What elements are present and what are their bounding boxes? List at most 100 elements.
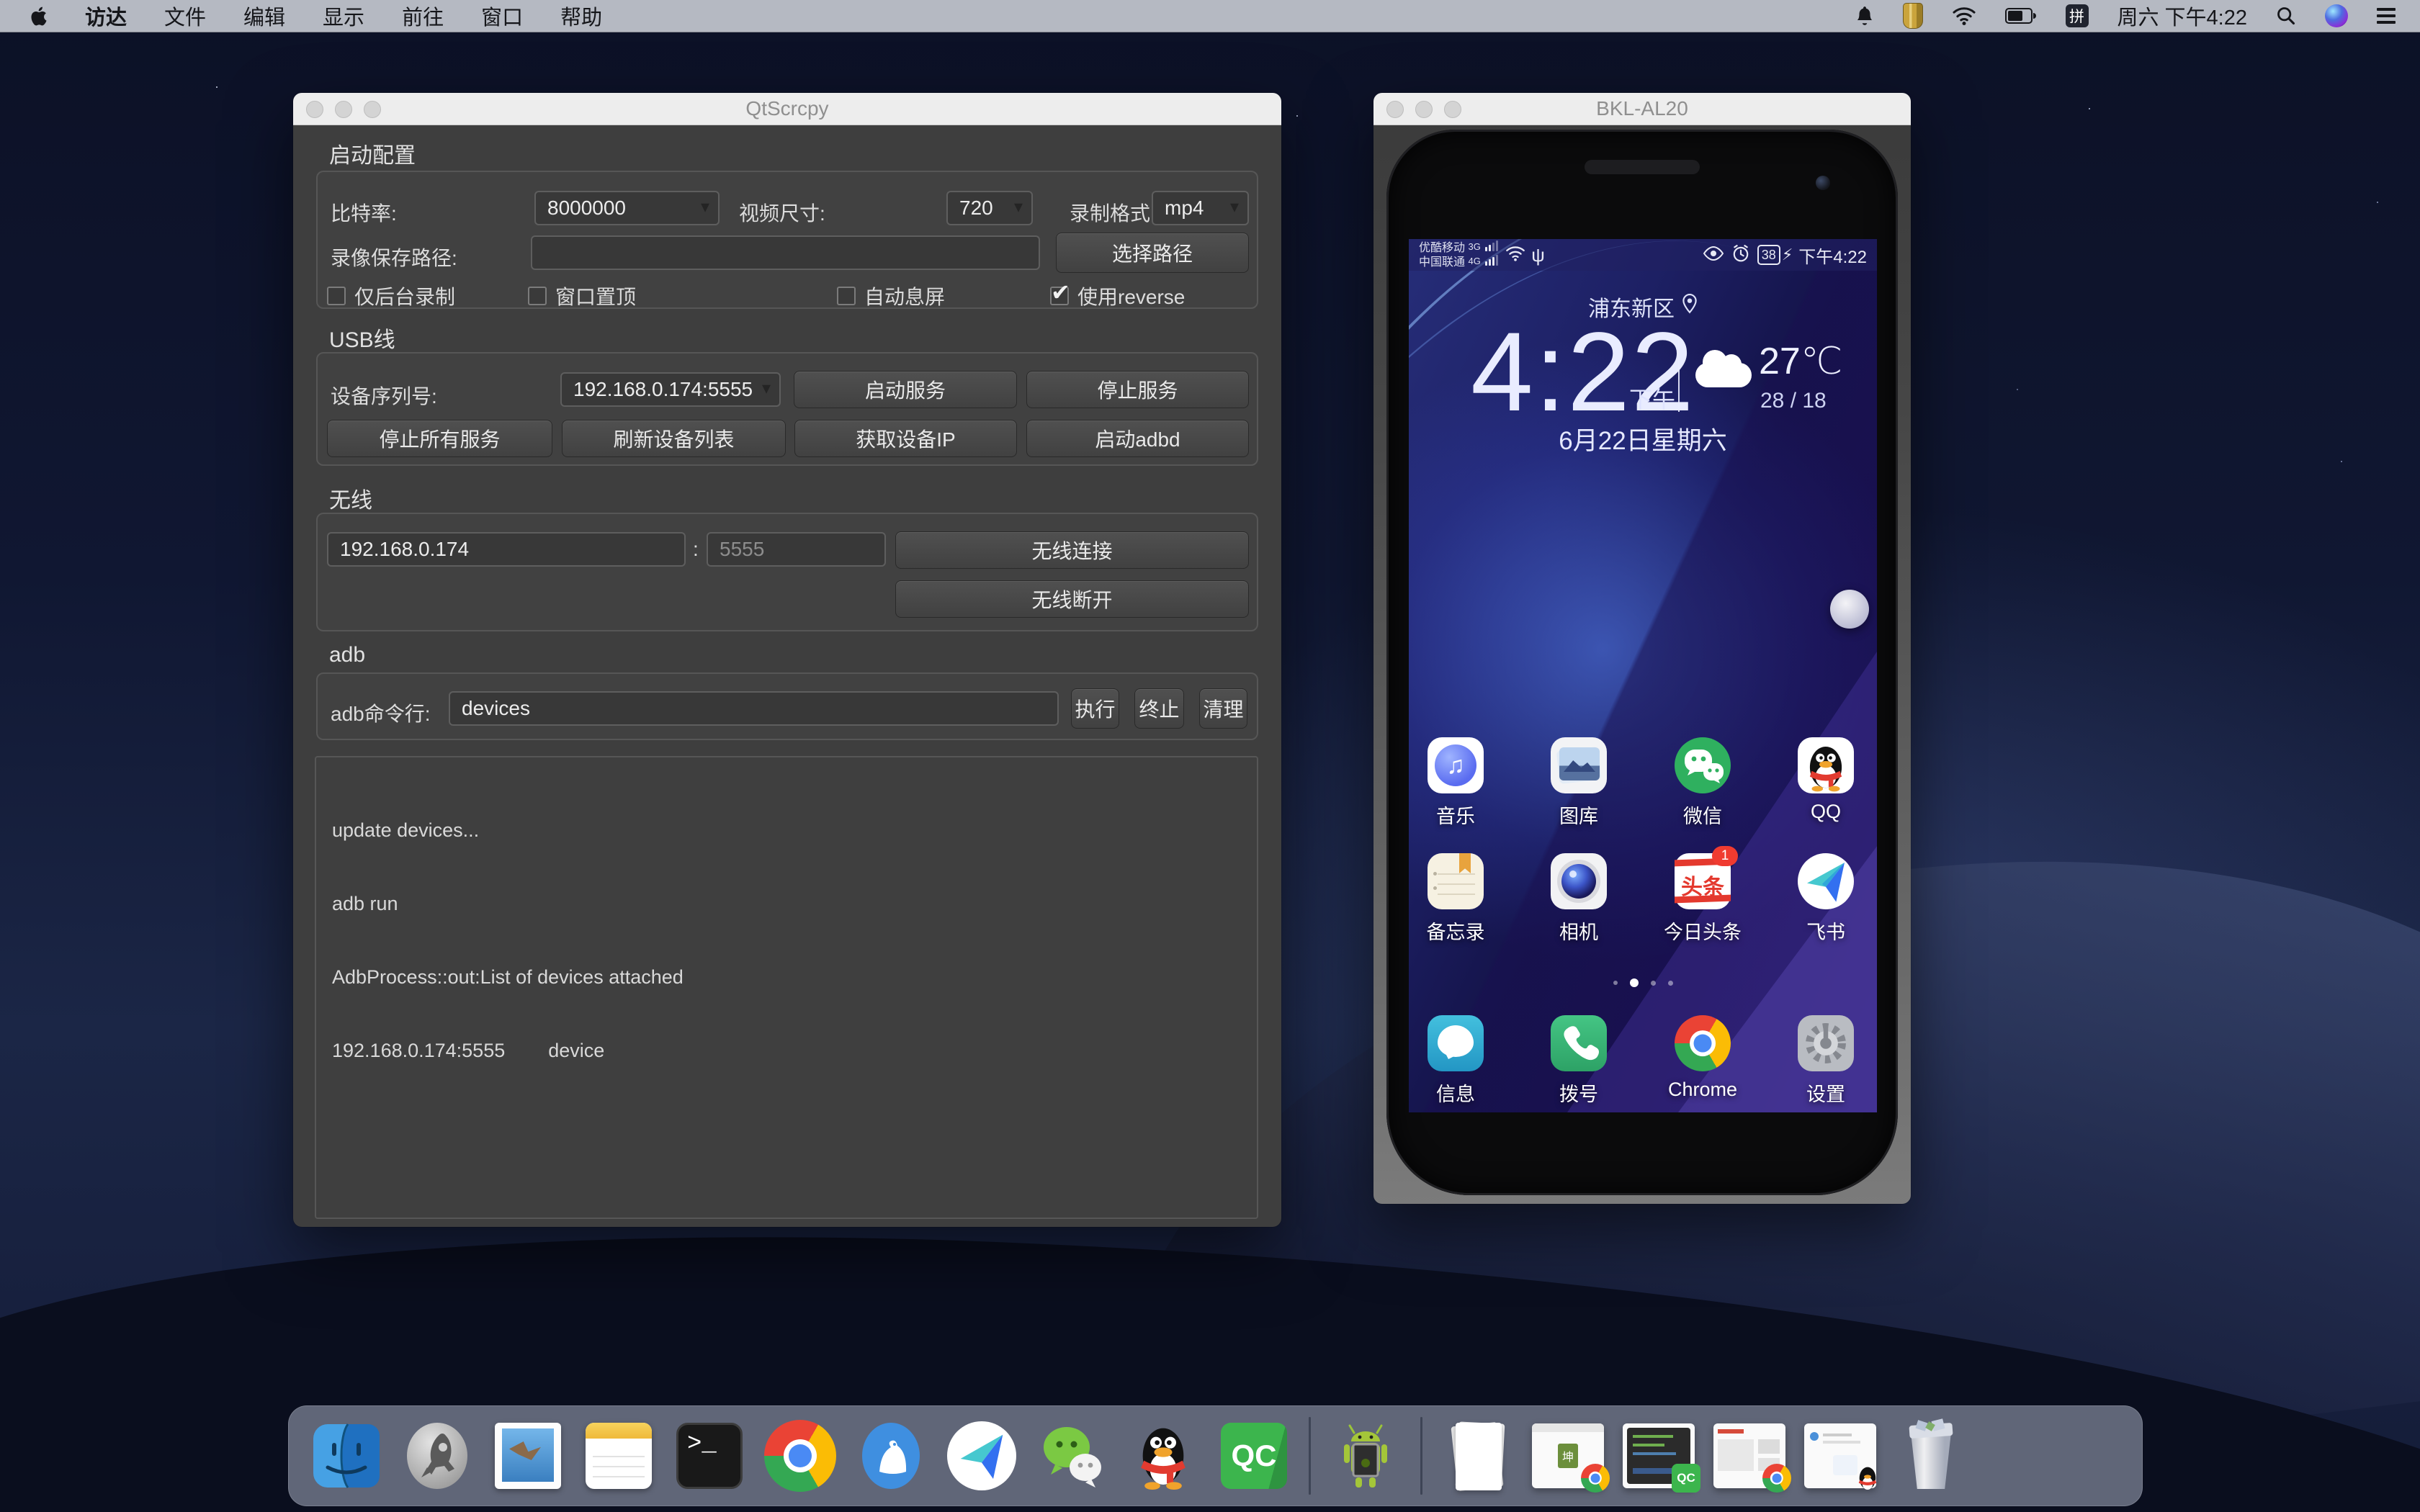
wireless-disconnect-button[interactable]: 无线断开 (895, 580, 1249, 618)
app-chrome[interactable]: Chrome (1675, 1015, 1731, 1071)
dock-minimized-qq-window[interactable] (1804, 1423, 1876, 1488)
dock-qc-app-icon[interactable]: QC (1218, 1420, 1290, 1492)
phone-mirror-window: BKL-AL20 优酷移动 3G 中国联通 (1373, 93, 1911, 1204)
wireless-connect-button[interactable]: 无线连接 (895, 531, 1249, 569)
gallery-icon (1551, 737, 1607, 793)
choose-path-button[interactable]: 选择路径 (1056, 233, 1249, 273)
apple-menu-icon[interactable] (29, 5, 48, 27)
record-path-input[interactable] (531, 235, 1040, 270)
notification-center-icon[interactable] (2377, 4, 2396, 27)
dock-minimized-qc-window[interactable]: QC (1623, 1423, 1695, 1488)
get-device-ip-button[interactable]: 获取设备IP (794, 420, 1017, 457)
serial-combo[interactable]: 192.168.0.174:5555 ▾ (560, 372, 781, 407)
adb-cmd-input[interactable] (449, 691, 1059, 726)
battery-icon[interactable] (2005, 7, 2037, 24)
menubar-clock[interactable]: 周六 下午4:22 (2118, 1, 2248, 31)
menu-item-window[interactable]: 窗口 (481, 1, 523, 31)
spotlight-search-icon[interactable] (2276, 6, 2296, 26)
dock-sealion-app-icon[interactable] (855, 1420, 927, 1492)
dock-mail-icon[interactable] (492, 1420, 564, 1492)
video-size-value: 720 (959, 197, 993, 220)
checkbox-use-reverse[interactable]: 使用reverse (1050, 282, 1185, 310)
page-dot (1651, 981, 1656, 986)
page-dot (1668, 981, 1673, 986)
qtscrcpy-titlebar[interactable]: QtScrcpy (293, 93, 1281, 125)
start-adbd-button[interactable]: 启动adbd (1026, 420, 1249, 457)
camera-icon (1551, 853, 1607, 909)
app-wechat[interactable]: 微信 (1675, 737, 1731, 793)
menu-item-go[interactable]: 前往 (402, 1, 444, 31)
dock-feishu-icon[interactable] (946, 1420, 1018, 1492)
app-dialer[interactable]: 拨号 (1551, 1015, 1607, 1071)
bitrate-combo[interactable]: 8000000 ▾ (534, 191, 720, 225)
wireless-ip-input[interactable] (327, 532, 686, 567)
app-qq[interactable]: QQ (1798, 737, 1854, 793)
dock-qq-icon[interactable] (1127, 1420, 1199, 1492)
menu-item-finder[interactable]: 访达 (85, 1, 127, 31)
phone-window-titlebar[interactable]: BKL-AL20 (1373, 93, 1911, 125)
app-messages[interactable]: 信息 (1428, 1015, 1484, 1071)
checkbox-box (528, 287, 547, 305)
dock-documents-stack-icon[interactable] (1441, 1420, 1513, 1492)
menu-item-help[interactable]: 帮助 (560, 1, 602, 31)
checkbox-auto-screen-off[interactable]: 自动息屏 (837, 282, 945, 310)
serial-value: 192.168.0.174:5555 (573, 378, 753, 401)
widget-ampm: 下午 (1629, 382, 1675, 415)
widget-date: 6月22日星期六 (1409, 420, 1877, 457)
dock-minimized-webpage-window[interactable] (1713, 1423, 1785, 1488)
wireless-group: : 无线连接 无线断开 (316, 513, 1258, 631)
password-manager-shield-icon[interactable] (1903, 3, 1923, 29)
dock-wechat-icon[interactable] (1036, 1420, 1108, 1492)
menu-item-view[interactable]: 显示 (323, 1, 364, 31)
dock-scrcpy-android-icon[interactable] (1330, 1420, 1402, 1492)
start-service-button[interactable]: 启动服务 (794, 371, 1017, 408)
app-notes[interactable]: 备忘录 (1428, 853, 1484, 909)
app-music[interactable]: ♫ 音乐 (1428, 737, 1484, 793)
app-camera[interactable]: 相机 (1551, 853, 1607, 909)
checkbox-background-record[interactable]: 仅后台录制 (327, 282, 455, 310)
stop-service-button[interactable]: 停止服务 (1026, 371, 1249, 408)
close-button[interactable] (1386, 101, 1404, 118)
input-method-icon[interactable]: 拼 (2066, 4, 2089, 27)
app-toutiao[interactable]: 头条 1 今日头条 (1675, 853, 1731, 909)
toutiao-icon: 头条 1 (1675, 853, 1731, 909)
carrier1-label: 优酷移动 (1419, 242, 1465, 254)
dock-chrome-icon[interactable] (764, 1420, 836, 1492)
widget-time: 4:22 (1471, 308, 1695, 437)
zoom-button[interactable] (1444, 101, 1461, 118)
app-settings[interactable]: 设置 (1798, 1015, 1854, 1071)
zoom-button[interactable] (364, 101, 381, 118)
adb-clear-button[interactable]: 清理 (1199, 688, 1247, 729)
dock-terminal-icon[interactable]: >_ (673, 1420, 745, 1492)
record-format-label: 录制格式: (1070, 198, 1156, 227)
dock-notes-icon[interactable] (583, 1420, 655, 1492)
menu-item-edit[interactable]: 编辑 (243, 1, 285, 31)
dock-minimized-chrome-window[interactable]: 坤 (1532, 1423, 1604, 1488)
close-button[interactable] (306, 101, 323, 118)
refresh-devices-button[interactable]: 刷新设备列表 (562, 420, 786, 457)
dock-trash-icon[interactable] (1895, 1420, 1967, 1492)
notification-bell-icon[interactable] (1855, 5, 1874, 27)
adb-exec-button[interactable]: 执行 (1071, 688, 1119, 729)
checkbox-window-topmost[interactable]: 窗口置顶 (528, 282, 636, 310)
dock-launchpad-icon[interactable] (401, 1420, 473, 1492)
video-size-combo[interactable]: 720 ▾ (946, 191, 1033, 225)
minimize-button[interactable] (335, 101, 352, 118)
app-gallery[interactable]: 图库 (1551, 737, 1607, 793)
wifi-icon[interactable] (1952, 6, 1976, 26)
wifi-icon (1505, 245, 1525, 266)
checkbox-box-checked (1050, 287, 1069, 305)
minimize-button[interactable] (1415, 101, 1433, 118)
adb-log-output: update devices... adb run AdbProcess::ou… (315, 756, 1258, 1219)
adb-terminate-button[interactable]: 终止 (1134, 688, 1184, 729)
menu-item-file[interactable]: 文件 (164, 1, 206, 31)
dock-finder-icon[interactable] (310, 1420, 382, 1492)
floating-ball[interactable] (1830, 590, 1869, 629)
phone-screen[interactable]: 优酷移动 3G 中国联通 4G ψ (1409, 239, 1877, 1112)
stop-all-services-button[interactable]: 停止所有服务 (327, 420, 552, 457)
wireless-port-input[interactable] (707, 532, 886, 567)
app-feishu[interactable]: 飞书 (1798, 853, 1854, 909)
widget-high-low: 28 / 18 (1760, 389, 1827, 413)
siri-icon[interactable] (2325, 4, 2348, 27)
record-format-combo[interactable]: mp4 ▾ (1152, 191, 1249, 225)
